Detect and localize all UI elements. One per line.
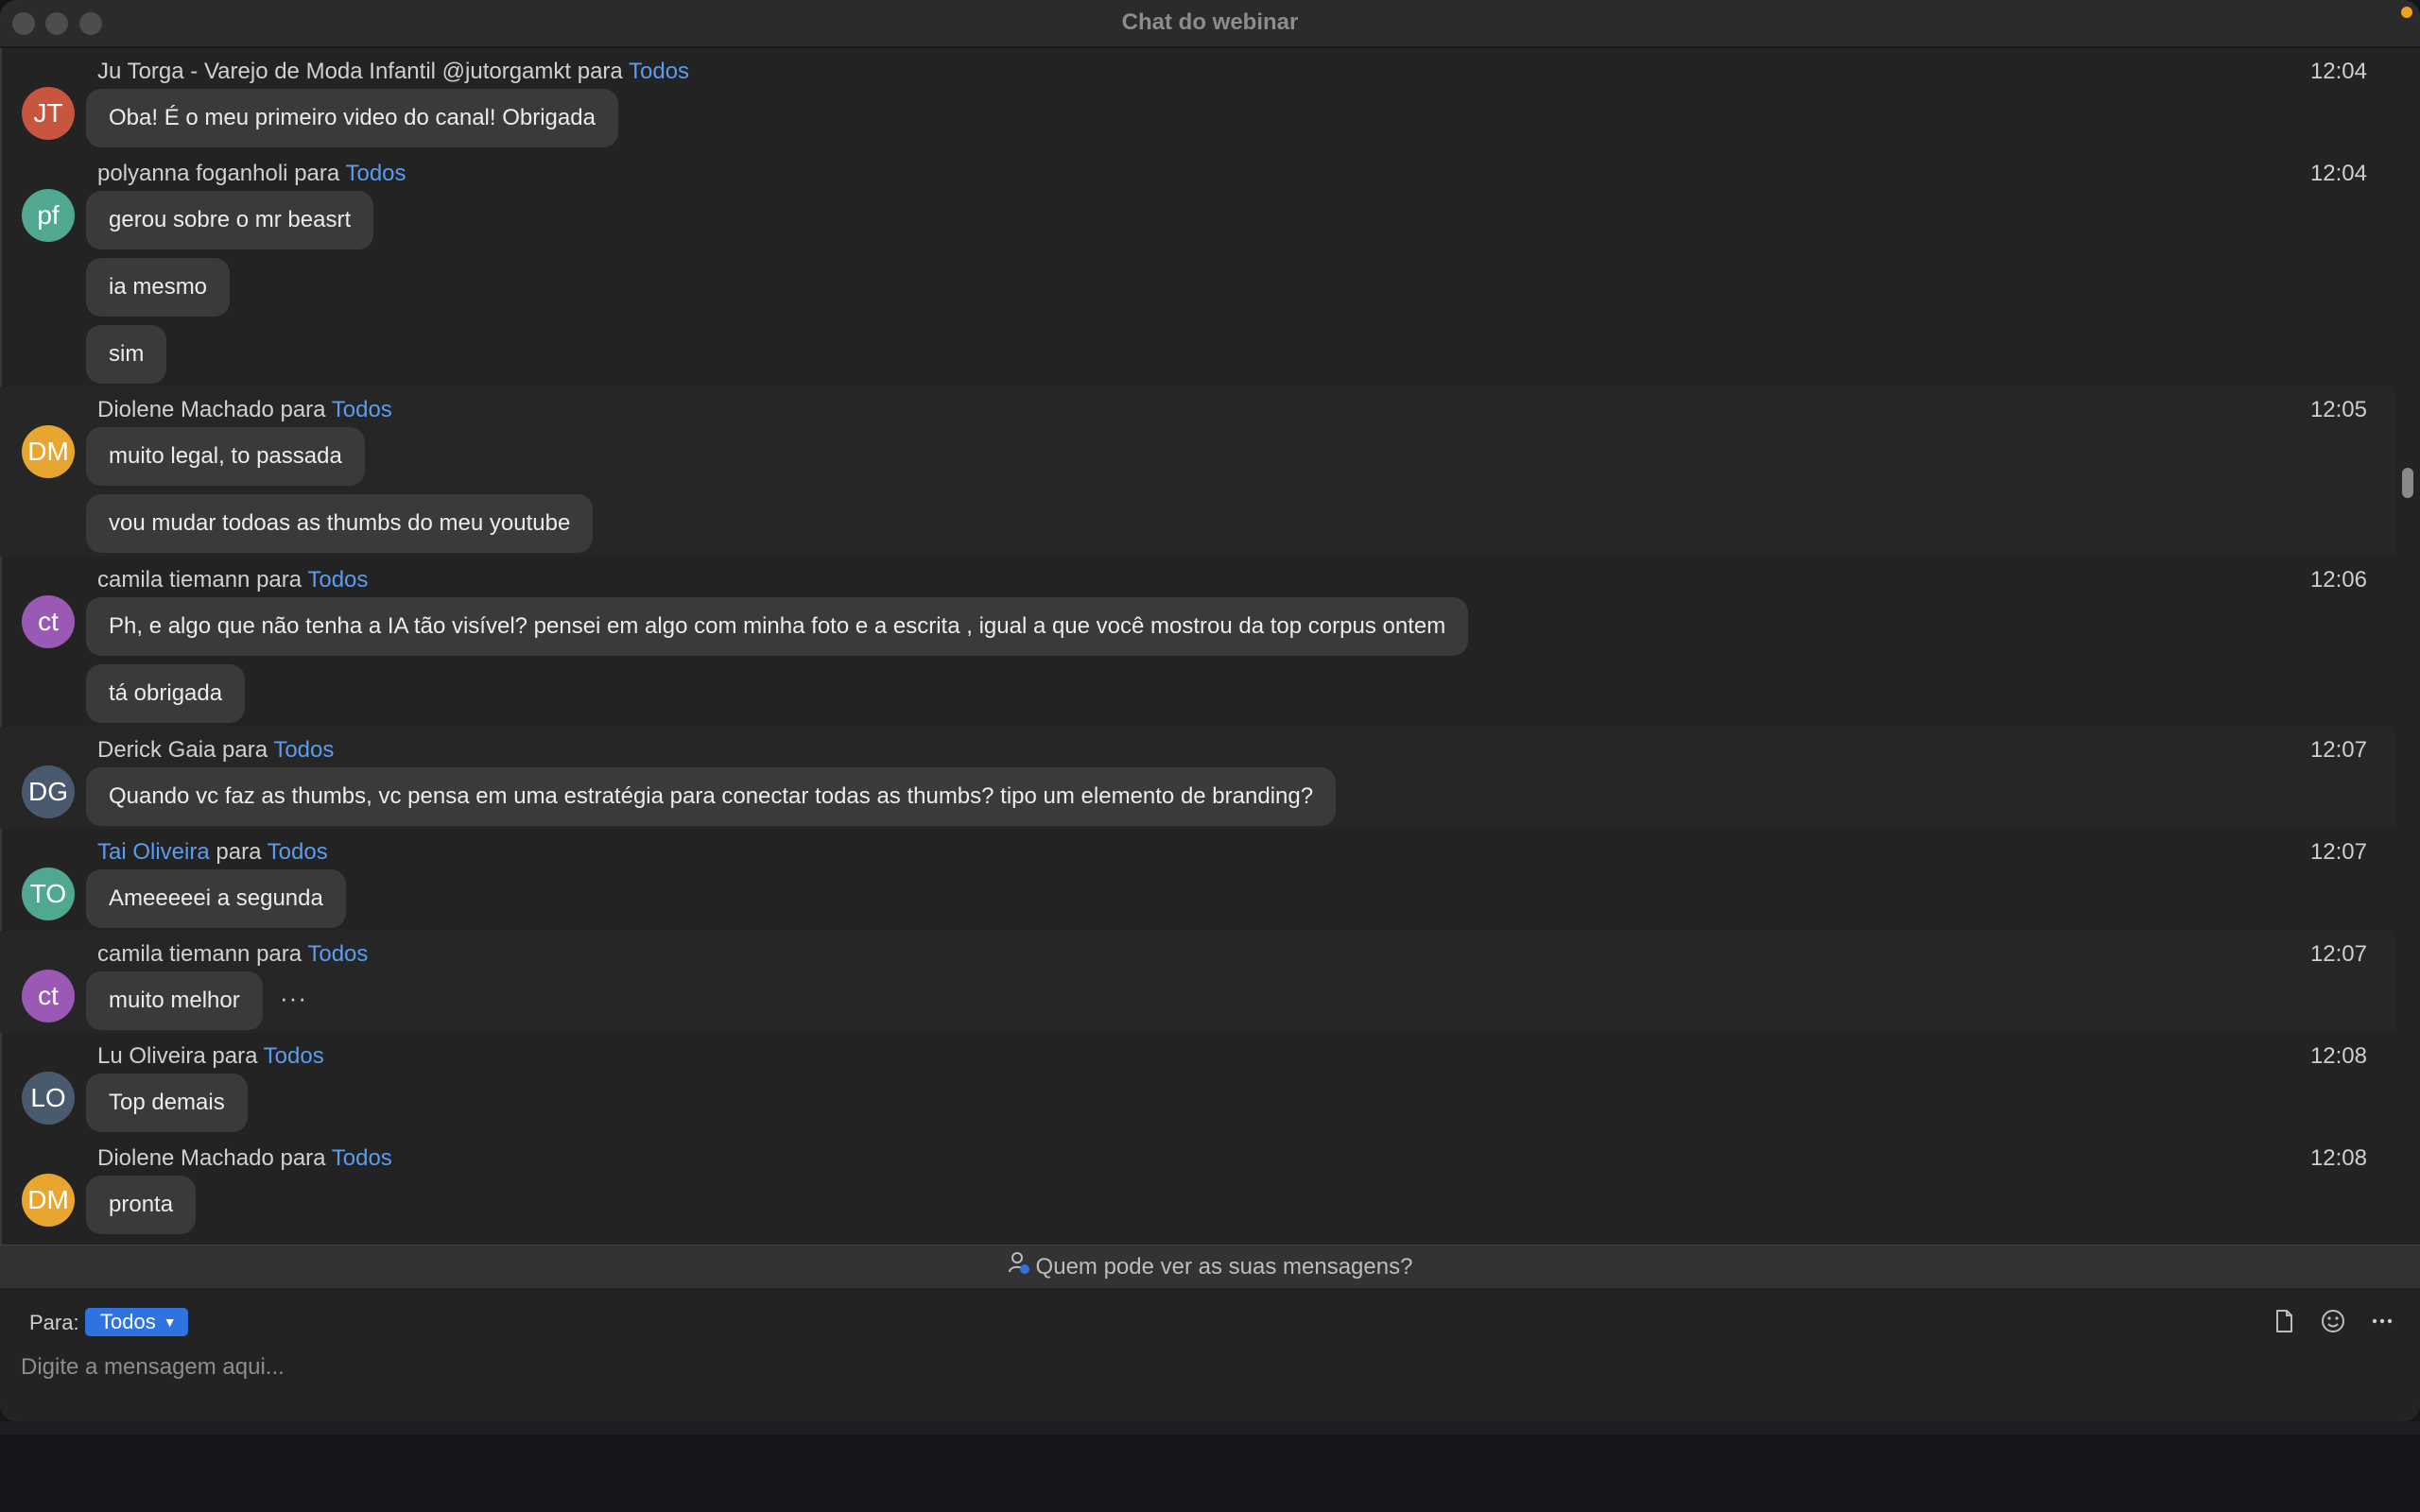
avatar[interactable]: JT [22,87,75,140]
caret-down-icon: ▼ [163,1314,177,1330]
recipient-value: Todos [100,1310,156,1333]
message-bubble[interactable]: Ph, e algo que não tenha a IA tão visíve… [86,597,1469,656]
emoji-icon[interactable] [2319,1307,2347,1335]
sender-name: Diolene Machado [97,397,274,422]
message-time: 12:05 [2309,397,2367,422]
message-bubble[interactable]: Quando vc faz as thumbs, vc pensa em uma… [86,767,1337,826]
sender-line: camila tiemann para Todos [97,567,368,593]
message-group: camila tiemann para Todos 12:07 ct muito… [0,931,2395,1033]
recipient-word: para [222,737,268,763]
recipient-link[interactable]: Todos [273,737,334,763]
avatar[interactable]: DM [22,425,75,478]
message-time: 12:08 [2309,1145,2367,1171]
message-bubble[interactable]: pronta [86,1176,197,1234]
more-icon[interactable] [2368,1307,2396,1335]
recipient-link[interactable]: Todos [332,397,392,422]
message-bubble[interactable]: ia mesmo [86,258,231,317]
avatar[interactable]: DM [22,1174,75,1227]
sender-line: Lu Oliveira para Todos [97,1043,324,1070]
recipient-word: para [280,1145,326,1171]
message-group: Lu Oliveira para Todos 12:08 LO Top dema… [0,1033,2395,1135]
sender-name: Diolene Machado [97,1145,274,1171]
recipient-link[interactable]: Todos [307,567,368,593]
message-bubble[interactable]: vou mudar todoas as thumbs do meu youtub… [86,494,594,553]
sender-name: camila tiemann [97,941,251,967]
avatar[interactable]: ct [22,595,75,648]
recipient-link[interactable]: Todos [345,161,406,186]
message-bubble[interactable]: muito legal, to passada [86,427,365,486]
message-bubble[interactable]: Oba! É o meu primeiro video do canal! Ob… [86,89,618,147]
recipient-word: para [216,839,262,865]
message-group: Diolene Machado para Todos 12:05 DM muit… [0,387,2395,557]
person-icon [1008,1246,1030,1289]
message-group: Derick Gaia para Todos 12:07 DG Quando v… [0,727,2395,829]
recipient-link[interactable]: Todos [268,839,328,865]
avatar[interactable]: ct [22,970,75,1022]
recipient-link[interactable]: Todos [264,1043,324,1069]
message-time: 12:06 [2309,567,2367,593]
avatar[interactable]: DG [22,765,75,818]
avatar[interactable]: pf [22,189,75,242]
sender-name: Derick Gaia [97,737,216,763]
sender-name: polyanna foganholi [97,161,288,186]
message-group: Ju Torga - Varejo de Moda Infantil @juto… [0,48,2395,150]
sender-line: camila tiemann para Todos [97,941,368,968]
sender-name: Lu Oliveira [97,1043,206,1069]
message-composer: Para: Todos ▼ [0,1288,2420,1421]
avatar[interactable]: LO [22,1072,75,1125]
recipient-word: para [294,161,340,186]
message-more-button[interactable]: ··· [280,984,307,1013]
message-group: polyanna foganholi para Todos 12:04 pf g… [0,150,2395,387]
desktop-strip [0,1421,2420,1435]
message-bubble[interactable]: tá obrigada [86,664,246,723]
message-time: 12:08 [2309,1043,2367,1069]
message-time: 12:07 [2309,839,2367,865]
message-group: Diolene Machado para Todos 12:08 DM pron… [0,1135,2395,1245]
recipient-word: para [212,1043,258,1069]
recipient-label: Para: [29,1311,79,1334]
sender-line: Diolene Machado para Todos [97,1145,392,1172]
privacy-label: Quem pode ver as suas mensagens? [1035,1254,1413,1280]
sender-line: polyanna foganholi para Todos [97,161,406,187]
message-bubble[interactable]: Ameeeeei a segunda [86,869,346,928]
message-input[interactable] [19,1349,2197,1385]
message-time: 12:07 [2309,941,2367,967]
message-time: 12:04 [2309,59,2367,84]
recipient-word: para [577,59,623,84]
message-group: Tai Oliveira para Todos 12:07 TO Ameeeee… [0,829,2395,931]
sender-name: camila tiemann [97,567,251,593]
chat-window: Chat do webinar Ju Torga - Varejo de Mod… [0,0,2420,1421]
sender-line: Derick Gaia para Todos [97,737,334,764]
recipient-link[interactable]: Todos [629,59,689,84]
notification-dot [2401,7,2412,18]
scrollbar[interactable] [2395,48,2420,1245]
scrollbar-thumb[interactable] [2402,468,2413,498]
sender-line: Diolene Machado para Todos [97,397,392,423]
recipient-word: para [280,397,326,422]
sender-line: Ju Torga - Varejo de Moda Infantil @juto… [97,59,689,85]
message-time: 12:04 [2309,161,2367,186]
sender-name[interactable]: Tai Oliveira [97,839,210,865]
message-bubble[interactable]: gerou sobre o mr beasrt [86,191,374,249]
message-bubble[interactable]: Top demais [86,1074,248,1132]
message-bubble[interactable]: sim [86,325,167,384]
title-bar: Chat do webinar [0,0,2420,48]
sender-line: Tai Oliveira para Todos [97,839,328,866]
file-icon[interactable] [2270,1307,2298,1335]
recipient-link[interactable]: Todos [307,941,368,967]
message-list[interactable]: Ju Torga - Varejo de Moda Infantil @juto… [0,48,2395,1245]
message-time: 12:07 [2309,737,2367,763]
privacy-info-bar[interactable]: Quem pode ver as suas mensagens? [0,1245,2420,1289]
window-title: Chat do webinar [1121,9,1299,35]
recipient-word: para [256,941,302,967]
recipient-dropdown[interactable]: Todos ▼ [85,1308,188,1336]
avatar[interactable]: TO [22,868,75,920]
sender-name: Ju Torga - Varejo de Moda Infantil @juto… [97,59,572,84]
message-group: camila tiemann para Todos 12:06 ct Ph, e… [0,557,2395,727]
recipient-link[interactable]: Todos [332,1145,392,1171]
message-bubble[interactable]: muito melhor [86,971,263,1030]
recipient-word: para [256,567,302,593]
